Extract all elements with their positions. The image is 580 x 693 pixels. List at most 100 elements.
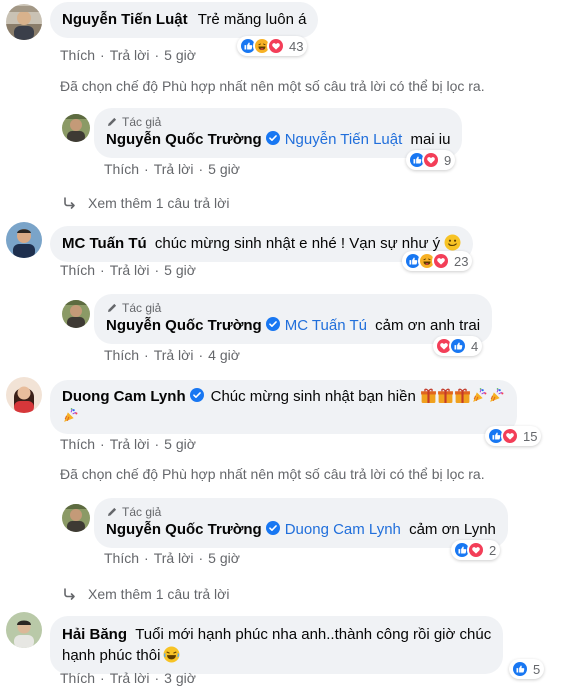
comment-text: mai iu bbox=[410, 131, 451, 148]
gift-emoji-icon bbox=[437, 387, 454, 404]
reply-button[interactable]: Trả lời bbox=[110, 436, 150, 452]
view-more-replies[interactable]: Xem thêm 1 câu trả lời bbox=[62, 586, 229, 602]
like-button[interactable]: Thích bbox=[104, 550, 139, 566]
like-button[interactable]: Thích bbox=[104, 161, 139, 177]
filter-notice: Đã chọn chế độ Phù hợp nhất nên một số c… bbox=[60, 78, 485, 94]
reaction-summary[interactable]: 4 bbox=[433, 336, 483, 356]
comment-text: chúc mừng sinh nhật e nhé ! Vạn sự như ý bbox=[154, 235, 441, 252]
reaction-summary[interactable]: 2 bbox=[451, 540, 501, 560]
laugh-emoji-icon bbox=[163, 646, 180, 663]
commenter-name[interactable]: Duong Cam Lynh bbox=[62, 388, 186, 405]
verified-badge-icon bbox=[190, 388, 204, 402]
comment-bubble: Hải Băng Tuổi mới hạnh phúc nha anh..thà… bbox=[50, 616, 504, 674]
mention-link[interactable]: MC Tuấn Tú bbox=[285, 317, 367, 334]
like-button[interactable]: Thích bbox=[60, 47, 95, 63]
timestamp[interactable]: 3 giờ bbox=[164, 670, 196, 686]
verified-badge-icon bbox=[266, 521, 280, 535]
timestamp[interactable]: 5 giờ bbox=[208, 161, 240, 177]
reaction-summary[interactable]: 15 bbox=[485, 426, 542, 446]
avatar[interactable] bbox=[62, 504, 90, 532]
reply-button[interactable]: Trả lời bbox=[110, 262, 150, 278]
reply-button[interactable]: Trả lời bbox=[154, 550, 194, 566]
love-icon bbox=[467, 541, 485, 559]
reply-bubble: Tác giả Nguyễn Quốc Trường Duong Cam Lynh… bbox=[94, 498, 508, 548]
reaction-summary[interactable]: 43 bbox=[237, 36, 308, 56]
party-popper-emoji-icon bbox=[471, 387, 488, 404]
timestamp[interactable]: 5 giờ bbox=[164, 262, 196, 278]
reaction-summary[interactable]: 23 bbox=[402, 251, 473, 271]
avatar[interactable] bbox=[62, 114, 90, 142]
reaction-count: 4 bbox=[471, 338, 479, 354]
like-button[interactable]: Thích bbox=[60, 436, 95, 452]
like-icon bbox=[449, 337, 467, 355]
commenter-name[interactable]: Nguyễn Quốc Trường bbox=[106, 521, 262, 538]
smile-emoji-icon bbox=[444, 234, 461, 251]
commenter-name[interactable]: MC Tuấn Tú bbox=[62, 235, 147, 252]
comment-actions: Thích · Trả lời · 5 giờ bbox=[60, 262, 196, 278]
author-tag: Tác giả bbox=[106, 114, 450, 130]
comment-text: Trẻ măng luôn á bbox=[197, 11, 307, 28]
comment-actions: Thích · Trả lời · 5 giờ bbox=[104, 550, 240, 566]
comment-actions: Thích · Trả lời · 4 giờ bbox=[104, 347, 240, 363]
avatar[interactable] bbox=[6, 4, 42, 40]
comment-bubble: Duong Cam Lynh Chúc mừng sinh nhật bạn hi… bbox=[50, 380, 517, 434]
timestamp[interactable]: 5 giờ bbox=[164, 47, 196, 63]
comment-text: cảm ơn anh trai bbox=[375, 317, 481, 334]
party-popper-emoji-icon bbox=[62, 407, 79, 424]
pen-icon bbox=[106, 302, 118, 314]
avatar[interactable] bbox=[6, 377, 42, 413]
comment-text: cảm ơn Lynh bbox=[409, 521, 496, 538]
timestamp[interactable]: 5 giờ bbox=[164, 436, 196, 452]
commenter-name[interactable]: Nguyễn Quốc Trường bbox=[106, 131, 262, 148]
commenter-name[interactable]: Nguyễn Quốc Trường bbox=[106, 317, 262, 334]
verified-badge-icon bbox=[266, 317, 280, 331]
avatar[interactable] bbox=[6, 612, 42, 648]
comment-actions: Thích · Trả lời · 3 giờ bbox=[60, 670, 196, 686]
comment-actions: Thích · Trả lời · 5 giờ bbox=[60, 436, 196, 452]
reply-bubble: Tác giả Nguyễn Quốc Trường MC Tuấn Tú cảm… bbox=[94, 294, 493, 344]
reaction-summary[interactable]: 9 bbox=[406, 150, 456, 170]
love-icon bbox=[267, 37, 285, 55]
like-button[interactable]: Thích bbox=[60, 670, 95, 686]
reply-button[interactable]: Trả lời bbox=[154, 347, 194, 363]
comment-actions: Thích · Trả lời · 5 giờ bbox=[104, 161, 240, 177]
like-button[interactable]: Thích bbox=[60, 262, 95, 278]
pen-icon bbox=[106, 506, 118, 518]
love-icon bbox=[501, 427, 519, 445]
commenter-name[interactable]: Hải Băng bbox=[62, 626, 127, 643]
reply-button[interactable]: Trả lời bbox=[110, 670, 150, 686]
like-button[interactable]: Thích bbox=[104, 347, 139, 363]
commenter-name[interactable]: Nguyễn Tiến Luật bbox=[62, 11, 188, 28]
author-tag: Tác giả bbox=[106, 504, 496, 520]
reaction-count: 23 bbox=[454, 253, 469, 269]
avatar[interactable] bbox=[6, 222, 42, 258]
reply-bubble: Tác giả Nguyễn Quốc Trường Nguyễn Tiến Lu… bbox=[94, 108, 463, 158]
gift-emoji-icon bbox=[454, 387, 471, 404]
reaction-summary[interactable]: 5 bbox=[509, 659, 545, 679]
reaction-count: 15 bbox=[523, 428, 538, 444]
love-icon bbox=[422, 151, 440, 169]
reply-button[interactable]: Trả lời bbox=[110, 47, 150, 63]
reaction-count: 9 bbox=[444, 152, 452, 168]
author-tag: Tác giả bbox=[106, 300, 480, 316]
love-icon bbox=[432, 252, 450, 270]
party-popper-emoji-icon bbox=[488, 387, 505, 404]
reaction-count: 5 bbox=[533, 661, 541, 677]
avatar[interactable] bbox=[62, 300, 90, 328]
mention-link[interactable]: Duong Cam Lynh bbox=[285, 521, 401, 538]
timestamp[interactable]: 4 giờ bbox=[208, 347, 240, 363]
like-icon bbox=[511, 660, 529, 678]
comment-bubble: Nguyễn Tiến Luật Trẻ măng luôn á bbox=[50, 2, 319, 38]
mention-link[interactable]: Nguyễn Tiến Luật bbox=[285, 131, 403, 148]
comment-actions: Thích · Trả lời · 5 giờ bbox=[60, 47, 196, 63]
comment-text: Tuổi mới hạnh phúc nha anh..thành công r… bbox=[135, 626, 492, 643]
reply-button[interactable]: Trả lời bbox=[154, 161, 194, 177]
comment-text: hạnh phúc thôi bbox=[62, 647, 161, 664]
view-more-replies[interactable]: Xem thêm 1 câu trả lời bbox=[62, 195, 229, 211]
gift-emoji-icon bbox=[420, 387, 437, 404]
reply-arrow-icon bbox=[62, 195, 78, 211]
timestamp[interactable]: 5 giờ bbox=[208, 550, 240, 566]
pen-icon bbox=[106, 116, 118, 128]
filter-notice: Đã chọn chế độ Phù hợp nhất nên một số c… bbox=[60, 466, 485, 482]
reply-arrow-icon bbox=[62, 586, 78, 602]
